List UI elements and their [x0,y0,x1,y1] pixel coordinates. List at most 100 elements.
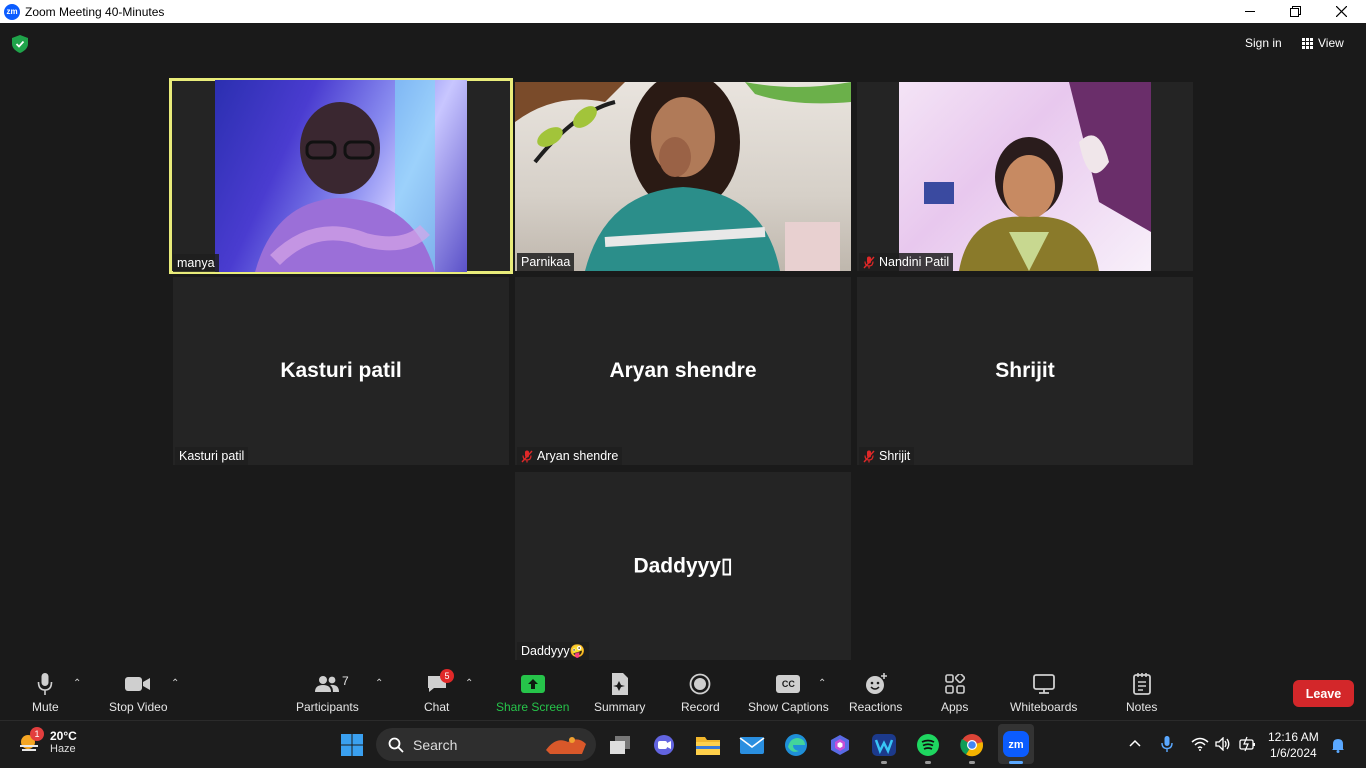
show-captions-label: Show Captions [748,700,829,714]
chrome-browser-icon[interactable] [958,731,986,759]
mute-button[interactable]: Mute [32,672,59,714]
notes-label: Notes [1126,700,1158,714]
stop-video-label: Stop Video [109,700,168,714]
reactions-smiley-icon [864,672,888,696]
clock-date: 1/6/2024 [1269,746,1317,760]
copilot-icon[interactable] [826,731,854,759]
clock-time: 12:16 AM [1268,730,1319,744]
close-icon[interactable] [1318,0,1364,23]
notifications-bell-icon[interactable] [1331,737,1345,756]
show-hidden-icons-chevron-icon[interactable] [1129,736,1141,750]
summary-button[interactable]: Summary [594,672,645,714]
participant-name: Nandini Patil [879,255,950,269]
participant-name-tag: Shrijit [859,447,915,465]
search-icon [388,737,404,753]
participant-name-tag: manya [173,254,219,272]
sign-in-button[interactable]: Sign in [1238,32,1289,54]
participant-name-tag: Parnikaa [517,253,575,271]
apps-grid-icon [944,672,965,696]
participant-name-tag: Aryan shendre [517,447,623,465]
participant-name: Shrijit [879,449,911,463]
share-screen-button[interactable]: Share Screen [496,672,569,714]
participant-tile-daddyyy[interactable]: Daddyyy▯ Daddyyy🤪 [515,472,851,660]
spotify-icon[interactable] [914,731,942,759]
zoom-taskbar-icon[interactable]: zm [998,724,1034,764]
weather-condition: Haze [50,743,76,755]
participant-name: Parnikaa [521,255,571,269]
window-title: Zoom Meeting 40-Minutes [25,4,165,19]
video-options-chevron-icon[interactable]: ⌃ [171,678,179,689]
show-captions-button[interactable]: CC Show Captions [748,672,829,714]
participant-big-name: Kasturi patil [280,359,402,382]
apps-button[interactable]: Apps [941,672,968,714]
teams-chat-icon[interactable] [650,731,678,759]
encryption-shield-icon[interactable] [12,35,28,53]
participant-video [215,80,467,272]
edge-browser-icon[interactable] [782,731,810,759]
search-highlight-icon [546,737,586,754]
wifi-icon[interactable] [1191,737,1209,754]
participant-tile-kasturi-patil[interactable]: Kasturi patil Kasturi patil [173,277,509,465]
participant-name: Daddyyy🤪 [521,643,586,658]
stop-video-button[interactable]: Stop Video [109,672,168,714]
leave-button[interactable]: Leave [1293,680,1354,707]
whiteboard-icon [1032,672,1055,696]
cc-text: CC [776,675,801,693]
reactions-button[interactable]: Reactions [849,672,902,714]
svg-text:zm: zm [1008,739,1024,751]
chat-options-chevron-icon[interactable]: ⌃ [465,678,473,689]
share-screen-icon [520,672,545,696]
participant-name-tag: Nandini Patil [859,253,954,271]
participants-button[interactable]: Participants [296,672,359,714]
file-explorer-icon[interactable] [694,731,722,759]
captions-options-chevron-icon[interactable]: ⌃ [818,678,826,689]
microphone-icon [37,672,53,696]
webex-app-icon[interactable] [870,731,898,759]
system-clock[interactable]: 12:16 AM 1/6/2024 [1268,729,1319,761]
active-app-indicator [1009,761,1023,764]
reactions-label: Reactions [849,700,903,714]
summary-label: Summary [594,700,646,714]
participant-name: manya [177,256,215,270]
participant-name: Kasturi patil [179,449,245,463]
muted-mic-icon [521,450,533,462]
participant-tile-aryan-shendre[interactable]: Aryan shendre Aryan shendre [515,277,851,465]
whiteboards-button[interactable]: Whiteboards [1010,672,1077,714]
whiteboards-label: Whiteboards [1010,700,1078,714]
participants-count: 7 [342,674,349,688]
mail-icon[interactable] [738,731,766,759]
mic-in-use-icon[interactable] [1161,735,1173,756]
maximize-icon[interactable] [1272,0,1318,23]
taskbar-search-box[interactable]: Search [376,728,596,761]
task-view-icon[interactable] [606,731,634,759]
share-screen-label: Share Screen [496,700,570,714]
meeting-toolbar: Mute ⌃ Stop Video ⌃ Participants 7 ⌃ Cha… [0,664,1366,720]
battery-charging-icon[interactable] [1239,736,1257,755]
audio-options-chevron-icon[interactable]: ⌃ [73,678,81,689]
windows-start-icon[interactable] [338,731,366,759]
participant-tile-manya[interactable]: manya [169,78,513,274]
weather-widget[interactable]: 1 20°C Haze [16,727,77,756]
temperature: 20°C [50,729,77,743]
running-indicator [969,761,975,764]
participant-tile-parnikaa[interactable]: Parnikaa [515,82,851,271]
minimize-icon[interactable] [1227,0,1273,23]
participant-name-tag: Daddyyy🤪 [517,642,590,660]
running-indicator [925,761,931,764]
zoom-app-icon: zm [4,3,20,20]
summary-doc-icon [610,672,630,696]
chat-label: Chat [424,700,450,714]
participant-tile-nandini-patil[interactable]: Nandini Patil [857,82,1193,271]
record-label: Record [681,700,720,714]
participants-options-chevron-icon[interactable]: ⌃ [375,678,383,689]
notes-button[interactable]: Notes [1126,672,1157,714]
volume-icon[interactable] [1215,736,1231,754]
record-button[interactable]: Record [681,672,720,714]
record-icon [689,672,711,696]
muted-mic-icon [863,450,875,462]
windows-taskbar: 1 20°C Haze Search zm 12:16 AM 1/6/2024 [0,720,1366,768]
participant-big-name: Shrijit [995,359,1055,382]
view-button[interactable]: View [1302,32,1344,54]
participant-tile-shrijit[interactable]: Shrijit Shrijit [857,277,1193,465]
view-label: View [1318,36,1344,50]
